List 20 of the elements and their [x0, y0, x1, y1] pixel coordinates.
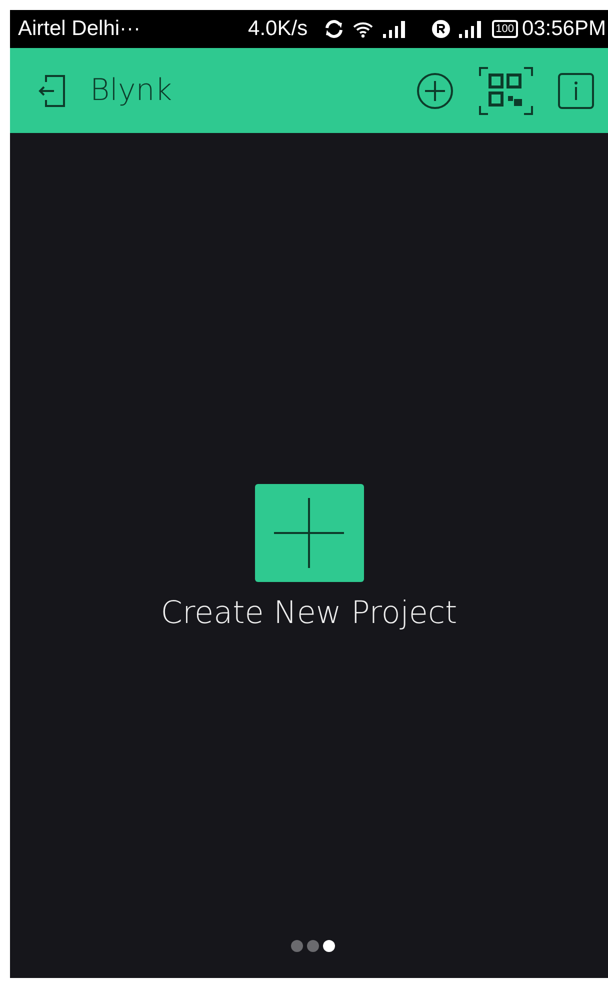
network-speed: 4.0K/s — [248, 16, 308, 42]
clock-time: 03:56PM — [522, 16, 606, 42]
create-project-label[interactable]: Create New Project — [160, 590, 458, 636]
battery-level: 100 — [492, 20, 518, 38]
qr-scan-icon[interactable] — [478, 66, 534, 116]
carrier-name: Airtel Delhi··· — [18, 16, 141, 42]
app-title: Blynk — [90, 72, 172, 110]
info-icon[interactable] — [558, 72, 594, 108]
signal-icon — [382, 20, 408, 38]
signal-icon — [458, 20, 484, 38]
page-indicator-dot[interactable] — [307, 940, 319, 952]
create-project-button[interactable] — [254, 484, 364, 582]
plus-icon — [274, 498, 344, 568]
roaming-icon — [432, 20, 450, 38]
page-indicator-dot[interactable] — [323, 940, 335, 952]
page-indicator-dot[interactable] — [291, 940, 303, 952]
wifi-icon — [352, 20, 374, 38]
logout-icon[interactable] — [38, 74, 66, 108]
sync-icon — [324, 20, 344, 38]
add-icon[interactable] — [416, 72, 454, 110]
